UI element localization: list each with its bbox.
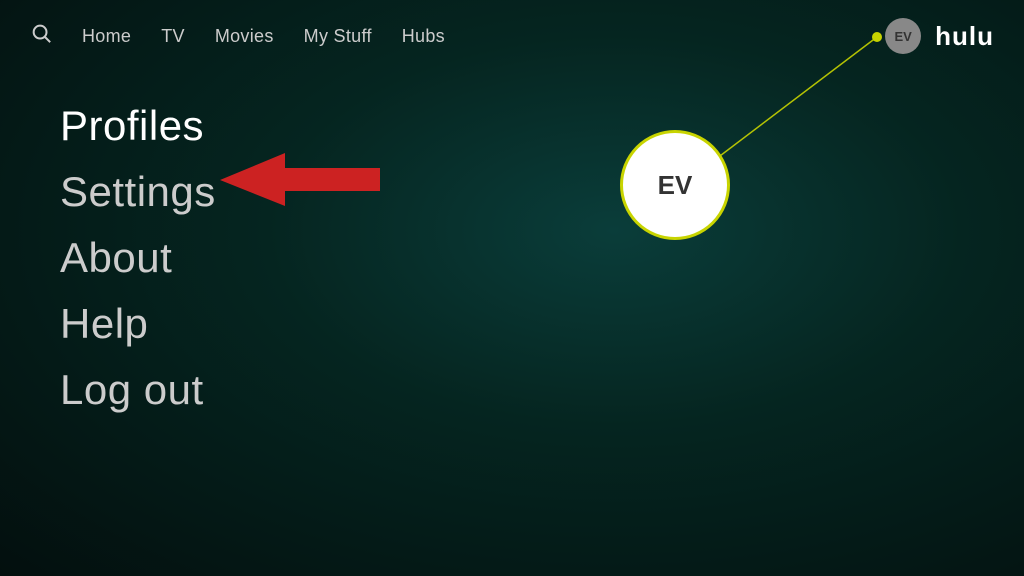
nav-tv[interactable]: TV [161,26,185,47]
menu-item-logout[interactable]: Log out [60,366,964,414]
menu-item-about[interactable]: About [60,234,964,282]
main-content: Profiles Settings About Help Log out [0,72,1024,462]
search-icon[interactable] [30,22,52,50]
menu-item-profiles[interactable]: Profiles [60,102,964,150]
nav-right: EV hulu [885,18,994,54]
nav-movies[interactable]: Movies [215,26,274,47]
avatar-small[interactable]: EV [885,18,921,54]
avatar-large[interactable]: EV [620,130,730,240]
nav-hubs[interactable]: Hubs [402,26,445,47]
avatar-large-container: EV [620,130,730,240]
navbar: Home TV Movies My Stuff Hubs EV hulu [0,0,1024,72]
menu-item-settings[interactable]: Settings [60,168,964,216]
nav-home[interactable]: Home [82,26,131,47]
menu-item-help[interactable]: Help [60,300,964,348]
annotation-arrow [215,148,385,213]
nav-mystuff[interactable]: My Stuff [304,26,372,47]
hulu-logo: hulu [935,21,994,52]
